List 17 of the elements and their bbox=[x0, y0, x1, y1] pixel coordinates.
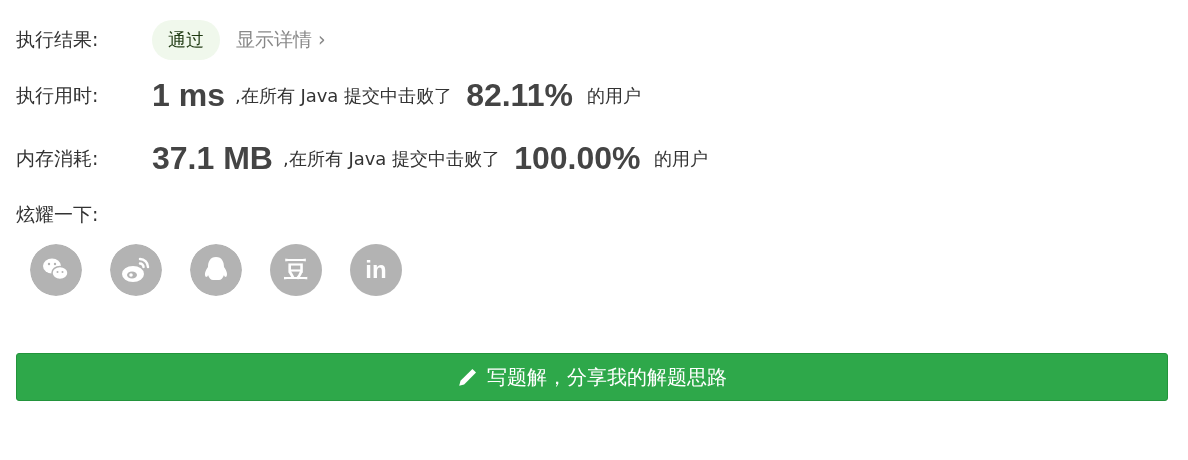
stat-text: 的用户 bbox=[654, 146, 709, 171]
percent-value: 82.11% bbox=[466, 77, 573, 114]
stat-text: ,在所有 Java 提交中击败了 bbox=[234, 83, 453, 108]
stat-text: ,在所有 Java 提交中击败了 bbox=[282, 146, 501, 171]
details-link[interactable]: 显示详情 › bbox=[236, 27, 326, 53]
share-button[interactable]: in bbox=[350, 244, 402, 296]
field-label: 执行结果: bbox=[16, 27, 100, 52]
stat-value: 1 ms bbox=[152, 77, 225, 114]
status-badge: 通过 bbox=[152, 20, 220, 60]
percent-value: 100.00% bbox=[514, 140, 641, 177]
stat-value: 37.1 MB bbox=[152, 140, 273, 177]
field-label: 执行用时: bbox=[16, 82, 100, 108]
field-label: 内存消耗: bbox=[16, 145, 100, 171]
share-label: 炫耀一下: bbox=[16, 202, 100, 227]
write-solution-button[interactable]: 写题解，分享我的解题思路 bbox=[16, 353, 1168, 401]
share-button[interactable]: 豆 bbox=[270, 244, 322, 296]
stat-text: 的用户 bbox=[586, 83, 641, 108]
